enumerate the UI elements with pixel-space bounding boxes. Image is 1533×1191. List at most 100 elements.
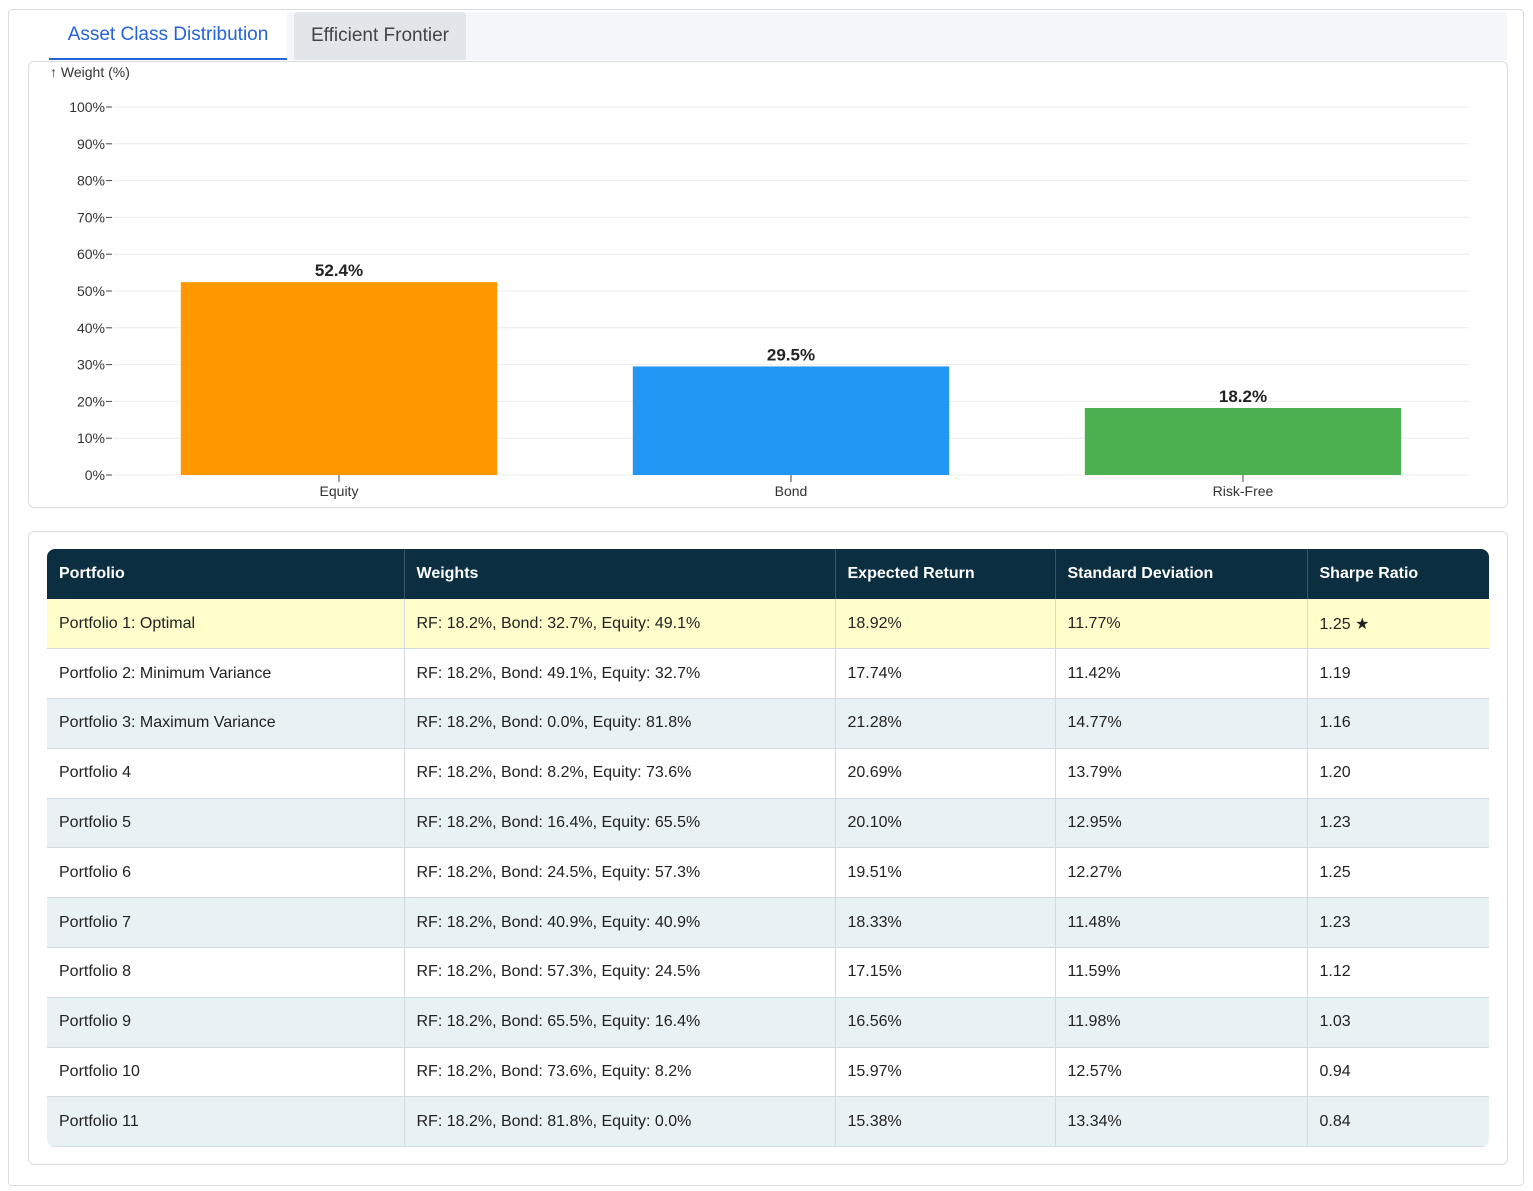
cell-weights: RF: 18.2%, Bond: 24.5%, Equity: 57.3% [404,847,836,899]
x-tick-label: Risk-Free [1213,483,1274,499]
cell-standard-deviation: 11.98% [1055,997,1308,1048]
tab-asset-class-distribution[interactable]: Asset Class Distribution [49,12,287,60]
portfolio-table: Portfolio Weights Expected Return Standa… [47,549,1489,1148]
cell-sharpe-ratio: 1.16 [1307,698,1489,749]
table-row[interactable]: Portfolio 2: Minimum Variance RF: 18.2%, … [47,648,1489,700]
cell-portfolio: Portfolio 10 [47,1047,405,1098]
cell-sharpe-ratio: 1.12 [1307,947,1489,998]
header-portfolio[interactable]: Portfolio [47,549,405,599]
header-sharpe-ratio[interactable]: Sharpe Ratio [1307,549,1489,599]
cell-weights: RF: 18.2%, Bond: 73.6%, Equity: 8.2% [404,1047,836,1098]
cell-standard-deviation: 12.27% [1055,847,1308,899]
header-weights[interactable]: Weights [404,549,836,599]
cell-standard-deviation: 11.48% [1055,897,1308,949]
cell-sharpe-ratio: 1.03 [1307,997,1489,1048]
cell-expected-return: 20.10% [835,798,1056,849]
bar-value-label: 29.5% [767,345,815,364]
y-tick-label: 40% [77,320,105,336]
y-tick-label: 100% [69,99,105,115]
header-standard-deviation[interactable]: Standard Deviation [1055,549,1308,599]
table-row[interactable]: Portfolio 4 RF: 18.2%, Bond: 8.2%, Equity… [47,748,1489,799]
cell-weights: RF: 18.2%, Bond: 0.0%, Equity: 81.8% [404,698,836,749]
cell-expected-return: 17.74% [835,648,1056,700]
cell-sharpe-ratio: 1.25 [1307,847,1489,899]
table-row[interactable]: Portfolio 9 RF: 18.2%, Bond: 65.5%, Equit… [47,997,1489,1048]
cell-portfolio: Portfolio 5 [47,798,405,849]
table-header-row: Portfolio Weights Expected Return Standa… [47,549,1489,599]
cell-weights: RF: 18.2%, Bond: 81.8%, Equity: 0.0% [404,1096,836,1148]
table-body: Portfolio 1: Optimal RF: 18.2%, Bond: 32.… [47,599,1489,1148]
y-tick-label: 0% [85,467,105,483]
cell-weights: RF: 18.2%, Bond: 57.3%, Equity: 24.5% [404,947,836,998]
cell-expected-return: 16.56% [835,997,1056,1048]
bar-value-label: 18.2% [1219,387,1267,406]
x-tick-label: Equity [320,483,359,499]
cell-sharpe-ratio: 0.84 [1307,1096,1489,1148]
table-row[interactable]: Portfolio 3: Maximum Variance RF: 18.2%, … [47,698,1489,749]
table-row[interactable]: Portfolio 6 RF: 18.2%, Bond: 24.5%, Equit… [47,847,1489,899]
asset-class-bar-chart: ↑ Weight (%) 0% 10% 20% 30% 40% 50% 60% 70% 80% 90… [50,64,1469,499]
y-tick-label: 20% [77,393,105,409]
cell-portfolio: Portfolio 9 [47,997,405,1048]
cell-expected-return: 18.33% [835,897,1056,949]
cell-portfolio: Portfolio 7 [47,897,405,949]
cell-portfolio: Portfolio 2: Minimum Variance [47,648,405,700]
y-tick-label: 10% [77,430,105,446]
cell-expected-return: 15.38% [835,1096,1056,1148]
cell-expected-return: 17.15% [835,947,1056,998]
cell-weights: RF: 18.2%, Bond: 32.7%, Equity: 49.1% [404,599,836,650]
cell-portfolio: Portfolio 11 [47,1096,405,1148]
cell-standard-deviation: 12.57% [1055,1047,1308,1098]
table-row[interactable]: Portfolio 8 RF: 18.2%, Bond: 57.3%, Equit… [47,947,1489,998]
y-tick-label: 90% [77,136,105,152]
cell-portfolio: Portfolio 8 [47,947,405,998]
cell-weights: RF: 18.2%, Bond: 65.5%, Equity: 16.4% [404,997,836,1048]
cell-standard-deviation: 14.77% [1055,698,1308,749]
y-tick-label: 30% [77,357,105,373]
cell-portfolio: Portfolio 6 [47,847,405,899]
y-tick-label: 80% [77,173,105,189]
cell-standard-deviation: 13.79% [1055,748,1308,799]
cell-standard-deviation: 11.59% [1055,947,1308,998]
header-expected-return[interactable]: Expected Return [835,549,1056,599]
cell-weights: RF: 18.2%, Bond: 49.1%, Equity: 32.7% [404,648,836,700]
bar-bond[interactable] [632,366,950,475]
cell-portfolio: Portfolio 4 [47,748,405,799]
bar-risk-free[interactable] [1084,408,1402,475]
table-row[interactable]: Portfolio 7 RF: 18.2%, Bond: 40.9%, Equit… [47,897,1489,949]
main-panel: Asset Class Distribution Efficient Front… [8,9,1524,1186]
cell-standard-deviation: 12.95% [1055,798,1308,849]
y-tick-label: 70% [77,209,105,225]
cell-portfolio: Portfolio 3: Maximum Variance [47,698,405,749]
portfolio-table-wrapper: Portfolio Weights Expected Return Standa… [47,549,1489,1148]
bar-chart-card: ↑ Weight (%) 0% 10% 20% 30% 40% 50% 60% 70% 80% 90… [28,61,1508,508]
x-tick-label: Bond [775,483,808,499]
table-row[interactable]: Portfolio 10 RF: 18.2%, Bond: 73.6%, Equi… [47,1047,1489,1098]
tab-bar: Asset Class Distribution Efficient Front… [49,12,1507,60]
tab-efficient-frontier[interactable]: Efficient Frontier [294,12,466,60]
cell-weights: RF: 18.2%, Bond: 16.4%, Equity: 65.5% [404,798,836,849]
cell-sharpe-ratio: 1.23 [1307,897,1489,949]
cell-standard-deviation: 13.34% [1055,1096,1308,1148]
cell-weights: RF: 18.2%, Bond: 8.2%, Equity: 73.6% [404,748,836,799]
cell-expected-return: 15.97% [835,1047,1056,1098]
cell-sharpe-ratio: 1.25 ★ [1307,599,1489,650]
table-row[interactable]: Portfolio 11 RF: 18.2%, Bond: 81.8%, Equi… [47,1096,1489,1148]
cell-sharpe-ratio: 0.94 [1307,1047,1489,1098]
cell-sharpe-ratio: 1.19 [1307,648,1489,700]
cell-weights: RF: 18.2%, Bond: 40.9%, Equity: 40.9% [404,897,836,949]
bar-equity[interactable] [180,282,498,475]
cell-expected-return: 21.28% [835,698,1056,749]
cell-standard-deviation: 11.77% [1055,599,1308,650]
cell-expected-return: 20.69% [835,748,1056,799]
table-row[interactable]: Portfolio 1: Optimal RF: 18.2%, Bond: 32.… [47,599,1489,650]
y-axis-label: ↑ Weight (%) [50,64,130,80]
cell-standard-deviation: 11.42% [1055,648,1308,700]
cell-sharpe-ratio: 1.20 [1307,748,1489,799]
y-tick-label: 60% [77,246,105,262]
cell-portfolio: Portfolio 1: Optimal [47,599,405,650]
portfolio-table-card: Portfolio Weights Expected Return Standa… [28,531,1508,1165]
table-row[interactable]: Portfolio 5 RF: 18.2%, Bond: 16.4%, Equit… [47,798,1489,849]
y-tick-label: 50% [77,283,105,299]
cell-sharpe-ratio: 1.23 [1307,798,1489,849]
